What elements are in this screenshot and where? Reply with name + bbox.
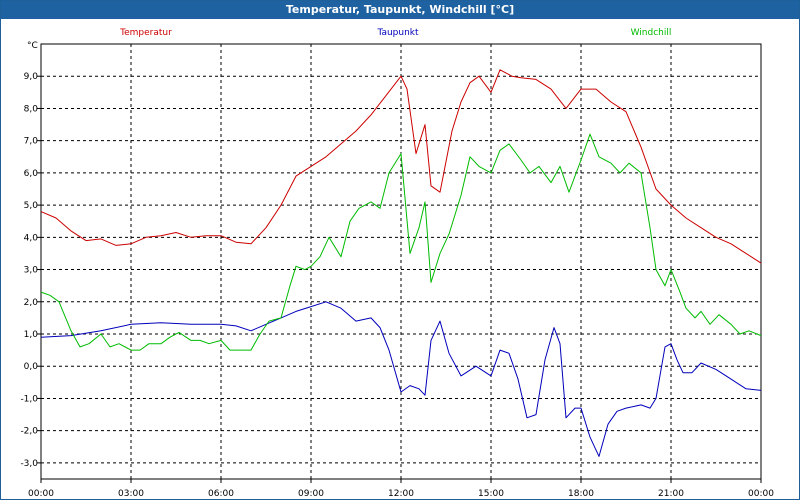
x-tick-time-label: 12:00 — [388, 489, 414, 499]
y-axis-unit-label: °C — [27, 41, 38, 51]
y-tick-label: -3,0 — [20, 459, 38, 469]
x-axis: 00:0009.04.2203:0009.04.2206:0009.04.220… — [28, 479, 774, 499]
x-tick-time-label: 18:00 — [568, 489, 594, 499]
y-tick-label: -2,0 — [20, 427, 38, 437]
y-tick-label: 8,0 — [24, 104, 39, 114]
y-tick-label: 6,0 — [24, 169, 39, 179]
y-axis: 9,0 8,0 7,0 6,0 5,0 4,0 3,0 2,0 1,0 0,0 -1,0 -2,0 -3… — [20, 72, 41, 469]
x-tick-time-label: 00:00 — [748, 489, 774, 499]
x-tick-time-label: 21:00 — [658, 489, 684, 499]
y-tick-label: 7,0 — [24, 137, 39, 147]
y-tick-label: 4,0 — [24, 233, 39, 243]
y-tick-label: 1,0 — [24, 330, 39, 340]
chart-window: Temperatur, Taupunkt, Windchill [°C] 9,0… — [0, 0, 800, 500]
y-tick-label: 0,0 — [24, 362, 39, 372]
y-tick-label: 2,0 — [24, 298, 39, 308]
y-tick-label: 9,0 — [24, 72, 39, 82]
x-tick-time-label: 15:00 — [478, 489, 504, 499]
x-tick-time-label: 00:00 — [28, 489, 54, 499]
window-title: Temperatur, Taupunkt, Windchill [°C] — [1, 1, 799, 19]
legend-entry-taupunkt: Taupunkt — [376, 28, 419, 38]
legend-entry-windchill: Windchill — [631, 28, 672, 38]
x-tick-time-label: 03:00 — [118, 489, 144, 499]
legend: Temperatur Taupunkt Windchill — [119, 28, 671, 38]
x-tick-time-label: 09:00 — [298, 489, 324, 499]
y-tick-label: 5,0 — [24, 201, 39, 211]
y-tick-label: -1,0 — [20, 394, 38, 404]
y-tick-label: 3,0 — [24, 266, 39, 276]
x-tick-time-label: 06:00 — [208, 489, 234, 499]
legend-entry-temperatur: Temperatur — [119, 28, 172, 38]
chart-canvas: 9,0 8,0 7,0 6,0 5,0 4,0 3,0 2,0 1,0 0,0 -1,0 -2,0 -3… — [20, 28, 774, 499]
